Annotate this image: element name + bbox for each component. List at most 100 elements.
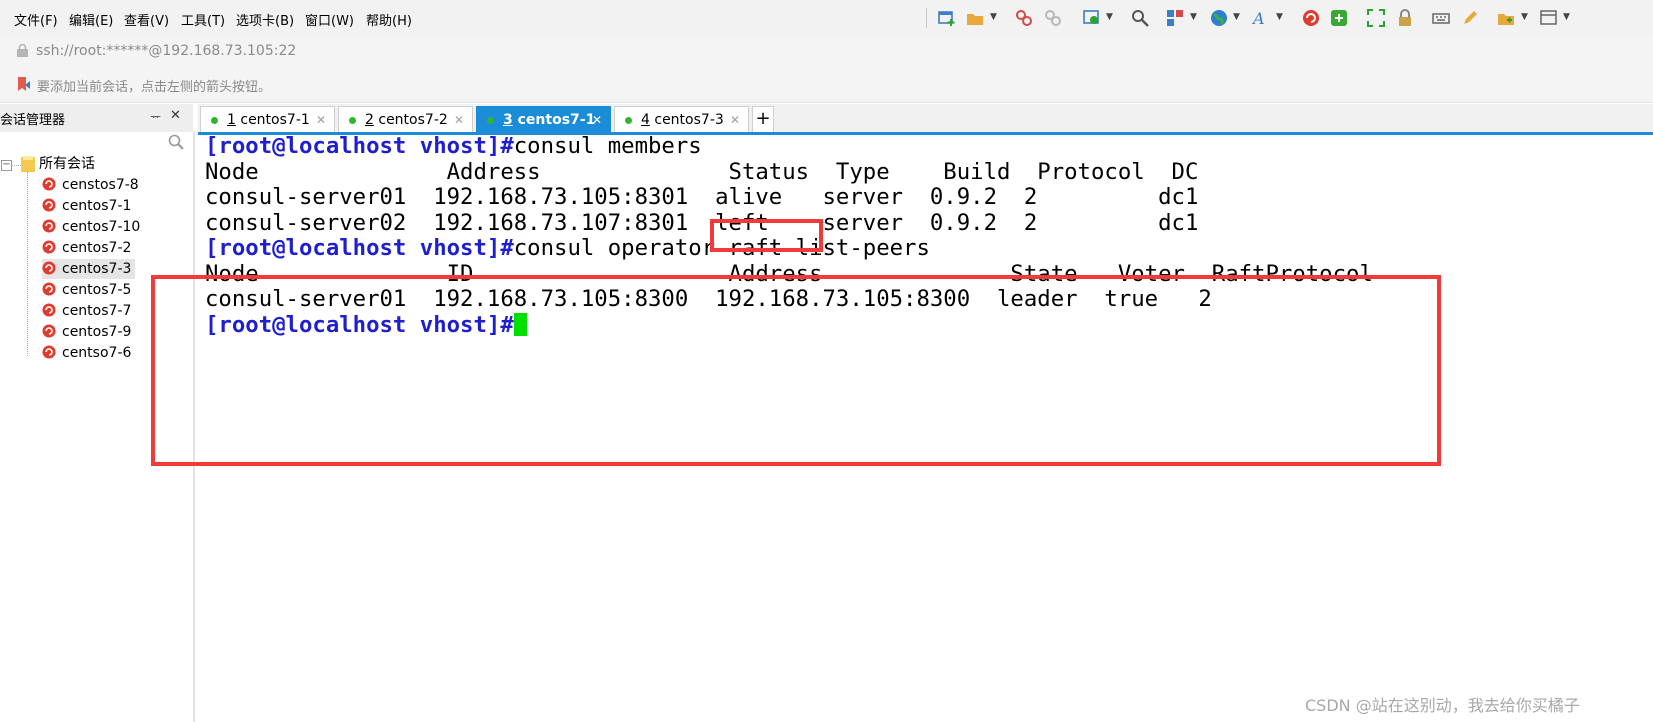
session-item-label: centos7-1 — [62, 198, 132, 214]
command-text: consul members — [513, 133, 702, 159]
members-row: consul-server02 192.168.73.107:8301 left… — [205, 210, 1199, 236]
menu-tools[interactable]: 工具(T) — [181, 10, 225, 29]
keyboard-icon[interactable] — [1432, 9, 1450, 27]
pin-icon[interactable]: ᅲ — [150, 108, 161, 125]
tab-centos7-3[interactable]: 4 centos7-3 ✕ — [614, 106, 749, 132]
tab-label: 4 centos7-3 — [641, 112, 724, 128]
session-item-label: censtos7-8 — [62, 177, 139, 193]
open-folder-icon[interactable] — [966, 9, 984, 27]
session-item[interactable]: censtos7-8 — [42, 175, 139, 195]
lock-icon[interactable] — [1396, 9, 1414, 27]
hint-bar: 要添加当前会话，点击左侧的箭头按钮。 — [0, 68, 1653, 103]
shell-prompt: [root@localhost vhost]# — [205, 133, 514, 159]
reconnect-icon[interactable] — [1044, 9, 1062, 27]
address-text[interactable]: ssh://root:******@192.168.73.105:22 — [36, 43, 296, 59]
folder-icon — [21, 156, 35, 172]
dropdown-arrow-icon[interactable]: ▼ — [1190, 12, 1197, 22]
fullscreen-icon[interactable] — [1367, 9, 1385, 27]
dropdown-arrow-icon[interactable]: ▼ — [1233, 12, 1240, 22]
members-row: consul-server01 192.168.73.105:8301 aliv… — [205, 184, 1199, 210]
close-tab-icon[interactable]: ✕ — [592, 107, 602, 133]
lock-icon — [17, 44, 28, 57]
session-swirl-icon — [42, 177, 56, 191]
session-manager-header: 会话管理器 ᅲ ✕ — [0, 104, 193, 132]
session-swirl-icon — [42, 261, 56, 275]
menu-edit[interactable]: 编辑(E) — [69, 10, 113, 29]
session-item[interactable]: centos7-1 — [42, 196, 131, 216]
toolbar-separator — [926, 8, 927, 28]
xshell-swirl-icon[interactable] — [1302, 9, 1320, 27]
session-item-label: centso7-6 — [62, 345, 132, 361]
tab-active-centos7-1[interactable]: 3 centos7-1 ✕ — [476, 106, 611, 132]
hint-text: 要添加当前会话，点击左侧的箭头按钮。 — [37, 80, 272, 95]
tab-centos7-2[interactable]: 2 centos7-2 ✕ — [338, 106, 473, 132]
address-bar[interactable]: ssh://root:******@192.168.73.105:22 — [0, 36, 1653, 68]
session-item[interactable]: centos7-7 — [42, 301, 131, 321]
session-item-label: centos7-3 — [62, 261, 132, 277]
session-item[interactable]: centos7-9 — [42, 322, 131, 342]
session-item-selected[interactable]: centos7-3 — [42, 259, 136, 279]
dropdown-arrow-icon[interactable]: ▼ — [1276, 12, 1283, 22]
tree-root-label[interactable]: 所有会话 — [39, 154, 95, 174]
layout-icon[interactable] — [1166, 9, 1184, 27]
highlight-box-raft-peers — [151, 275, 1441, 466]
watermark: CSDN @站在这别动，我去给你买橘子 — [1305, 696, 1580, 715]
connected-status-icon — [625, 117, 632, 124]
pen-icon[interactable] — [1461, 9, 1479, 27]
menu-help[interactable]: 帮助(H) — [366, 10, 412, 29]
menu-window[interactable]: 窗口(W) — [305, 10, 354, 29]
search-icon[interactable] — [168, 134, 184, 150]
session-swirl-icon — [42, 324, 56, 338]
tab-centos7-1[interactable]: 1 centos7-1 ✕ — [200, 106, 335, 132]
search-icon[interactable] — [1131, 9, 1149, 27]
session-item-label: centos7-7 — [62, 303, 132, 319]
session-item-label: centos7-2 — [62, 240, 132, 256]
dropdown-arrow-icon[interactable]: ▼ — [1563, 12, 1570, 22]
connected-status-icon — [487, 117, 494, 124]
globe-icon[interactable] — [1210, 9, 1228, 27]
session-item[interactable]: centos7-5 — [42, 280, 131, 300]
session-swirl-icon — [42, 303, 56, 317]
menu-view[interactable]: 查看(V) — [124, 10, 169, 29]
tab-label: 1 centos7-1 — [227, 112, 310, 128]
menu-tabs[interactable]: 选项卡(B) — [236, 10, 294, 29]
highlight-box-left-status — [710, 219, 823, 252]
tree-line — [11, 165, 21, 166]
terminal-line-cmd1: [root@localhost vhost]#consul members — [205, 133, 702, 159]
session-swirl-icon — [42, 345, 56, 359]
dropdown-arrow-icon[interactable]: ▼ — [1106, 12, 1113, 22]
session-swirl-icon — [42, 219, 56, 233]
bookmark-arrow-icon[interactable] — [16, 76, 32, 92]
close-tab-icon[interactable]: ✕ — [454, 107, 464, 133]
xftp-icon[interactable] — [1330, 9, 1348, 27]
session-item-label: centos7-10 — [62, 219, 141, 235]
close-tab-icon[interactable]: ✕ — [316, 107, 326, 133]
font-icon[interactable]: A — [1252, 9, 1270, 27]
session-item[interactable]: centso7-6 — [42, 343, 131, 363]
session-item-label: centos7-5 — [62, 282, 132, 298]
disconnect-icon[interactable] — [1015, 9, 1033, 27]
svg-text:A: A — [1252, 9, 1265, 27]
tab-label: 3 centos7-1 — [503, 112, 596, 128]
tree-line — [27, 172, 28, 356]
session-properties-icon[interactable] — [1083, 9, 1101, 27]
dropdown-arrow-icon[interactable]: ▼ — [990, 12, 997, 22]
dropdown-arrow-icon[interactable]: ▼ — [1521, 12, 1528, 22]
members-header: Node Address Status Type Build Protocol … — [205, 159, 1199, 185]
new-tab-button[interactable]: + — [752, 106, 774, 132]
window-icon[interactable] — [1540, 9, 1558, 27]
session-item-label: centos7-9 — [62, 324, 132, 340]
connected-status-icon — [211, 117, 218, 124]
session-item[interactable]: centos7-10 — [42, 217, 140, 237]
close-tab-icon[interactable]: ✕ — [730, 107, 740, 133]
session-tab-bar: 1 centos7-1 ✕ 2 centos7-2 ✕ 3 centos7-1 … — [198, 104, 1653, 135]
menu-file[interactable]: 文件(F) — [14, 10, 58, 29]
session-swirl-icon — [42, 240, 56, 254]
session-swirl-icon — [42, 198, 56, 212]
session-item[interactable]: centos7-2 — [42, 238, 131, 258]
shell-prompt: [root@localhost vhost]# — [205, 235, 514, 261]
close-icon[interactable]: ✕ — [170, 108, 181, 123]
menu-bar: 文件(F) 编辑(E) 查看(V) 工具(T) 选项卡(B) 窗口(W) 帮助(… — [0, 0, 1653, 36]
add-folder-icon[interactable] — [1497, 9, 1515, 27]
new-session-icon[interactable] — [938, 9, 956, 27]
